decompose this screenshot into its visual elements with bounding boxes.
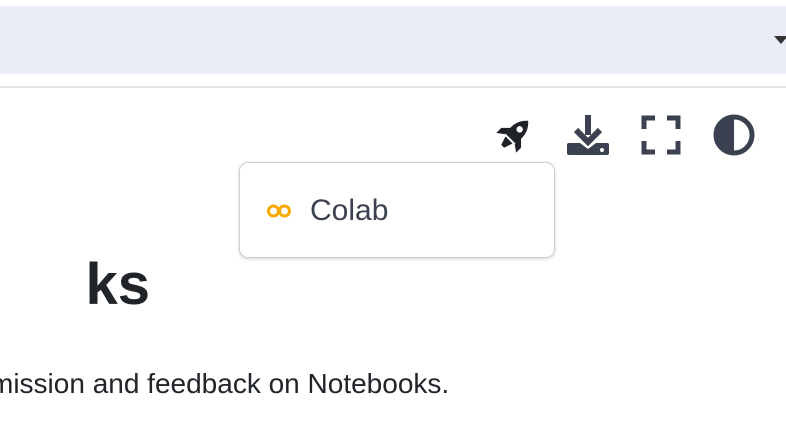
chevron-down-icon[interactable] xyxy=(774,36,786,44)
rocket-icon xyxy=(492,113,536,157)
download-button[interactable] xyxy=(564,111,612,159)
theme-toggle-button[interactable] xyxy=(710,111,758,159)
fullscreen-icon xyxy=(641,115,681,155)
fullscreen-button[interactable] xyxy=(637,111,685,159)
launch-dropdown-menu: Colab xyxy=(239,162,555,258)
colab-icon xyxy=(266,203,292,219)
menu-item-label: Colab xyxy=(310,194,389,227)
launch-button[interactable] xyxy=(490,111,538,159)
page: Colab ks mission and feedback on Noteboo… xyxy=(0,0,786,430)
download-icon xyxy=(566,113,610,157)
page-description: mission and feedback on Notebooks. xyxy=(0,368,450,399)
menu-item-colab[interactable]: Colab xyxy=(266,191,388,231)
contrast-icon xyxy=(712,113,756,157)
page-title: ks xyxy=(85,252,150,317)
search-bar[interactable] xyxy=(0,6,786,74)
header-divider xyxy=(0,86,786,88)
